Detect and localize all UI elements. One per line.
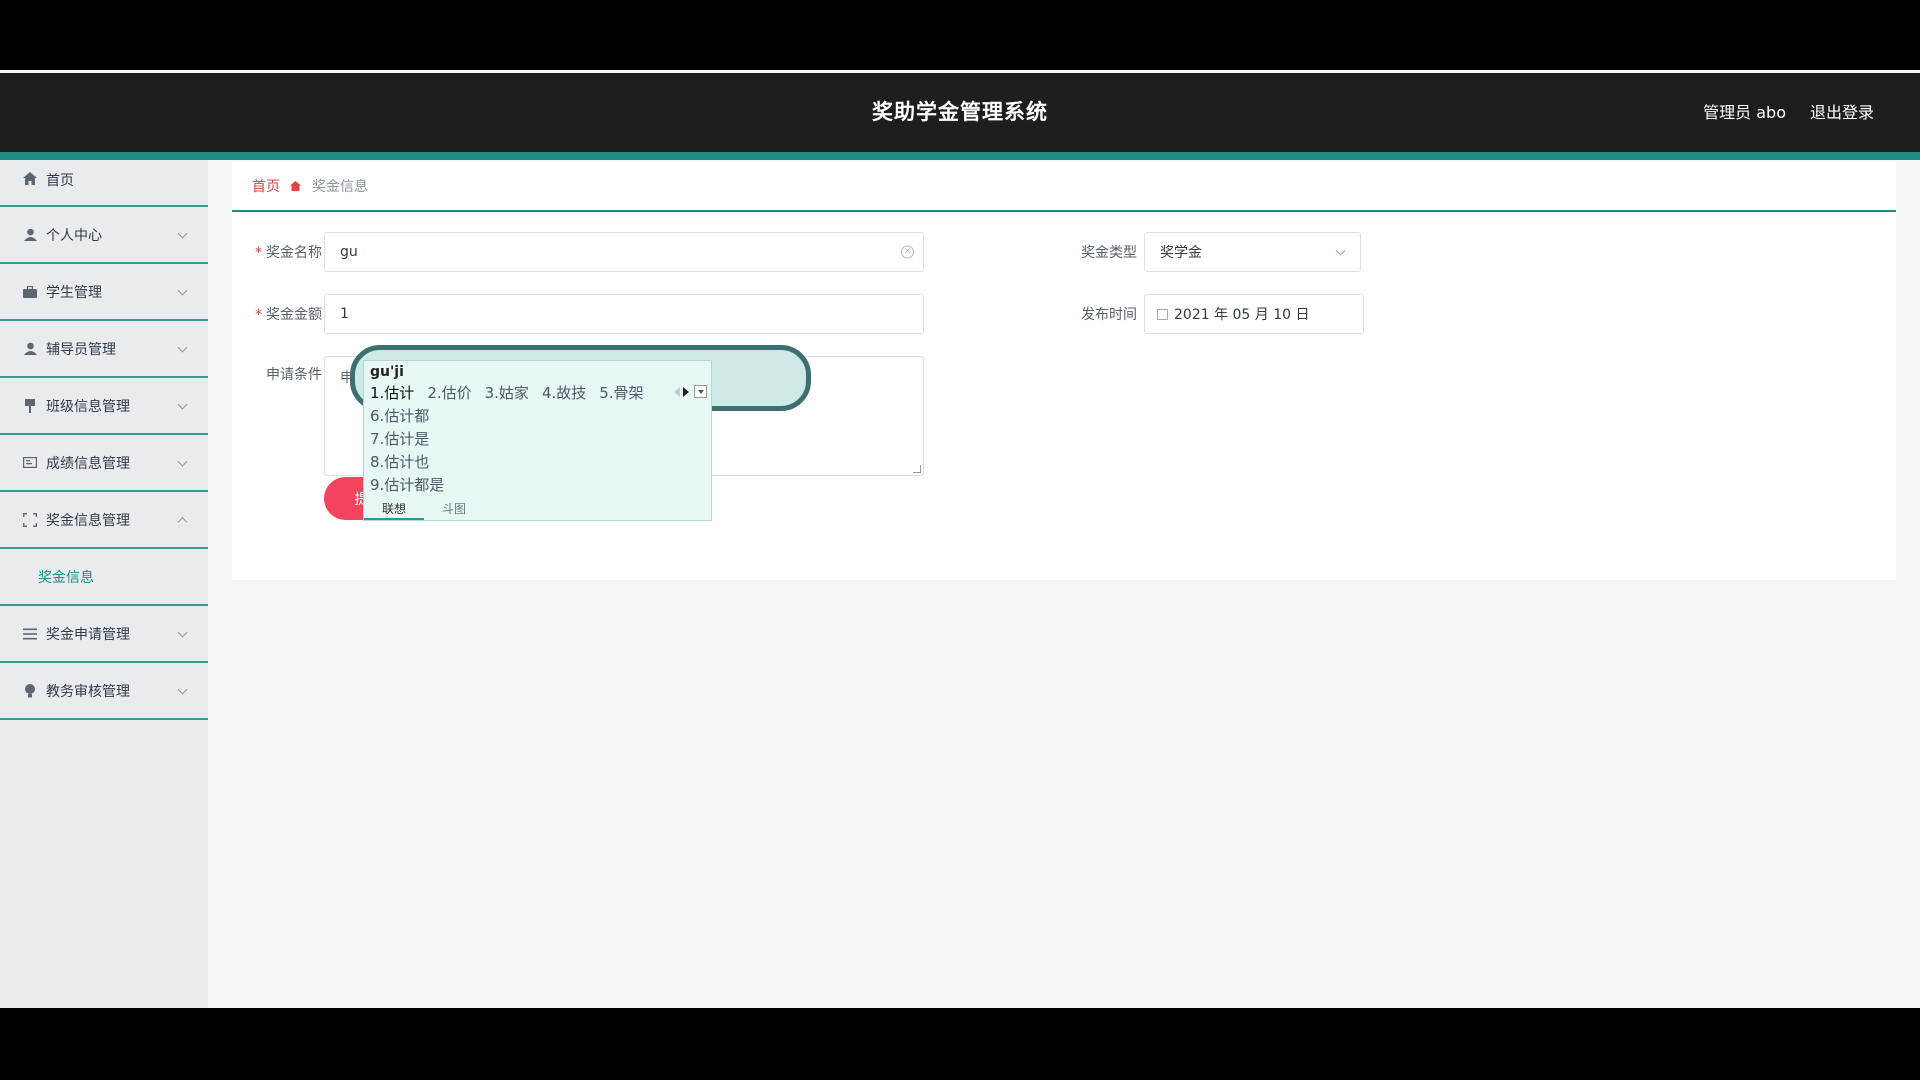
sidebar-item-home[interactable]: 首页 [0,160,208,207]
award-name-input[interactable]: gu × [324,232,924,272]
chevron-down-icon [177,456,188,467]
sidebar-subitem-award-info[interactable]: 奖金信息 [0,549,208,606]
ime-tab-assoc[interactable]: 联想 [364,500,424,520]
screen: 奖助学金管理系统 管理员 abo 退出登录 首页 个人中心 学生管理 辅导员管理… [0,0,1920,1080]
expand-icon [22,512,38,528]
sidebar-item-label: 学生管理 [46,284,102,301]
award-type-select[interactable]: 奖学金 [1144,232,1361,272]
breadcrumb: 首页 奖金信息 [232,162,1896,212]
app-title: 奖助学金管理系统 [872,100,1048,124]
award-amount-input[interactable]: 1 [324,294,924,334]
user-icon [22,227,38,243]
home-icon [290,180,302,192]
breadcrumb-home[interactable]: 首页 [252,176,280,196]
chevron-down-icon [177,684,188,695]
bulb-icon [22,683,38,699]
user-icon [22,341,38,357]
condition-label: 申请条件 [266,367,322,383]
sidebar-item-award-info-mgmt[interactable]: 奖金信息管理 [0,492,208,549]
ime-candidate-window: gu'ji 1.估计 2.估价 3.姑家 4.故技 5.骨架 6.估计都 7.估… [363,360,712,521]
ime-candidate[interactable]: 1.估计 [370,382,414,403]
logout-link[interactable]: 退出登录 [1810,73,1874,152]
chevron-down-icon [177,342,188,353]
ime-tabs: 联想 斗图 [364,500,711,520]
sidebar-item-label: 个人中心 [46,227,102,244]
publish-date-label: 发布时间 [1081,307,1137,323]
chevron-down-icon [177,399,188,410]
briefcase-icon [22,284,38,300]
home-icon [22,170,38,186]
sidebar-item-grades[interactable]: 成绩信息管理 [0,435,208,492]
ime-page-nav [674,385,707,398]
award-type-label: 奖金类型 [1081,245,1137,261]
sidebar-item-label: 成绩信息管理 [46,455,130,472]
sidebar-item-counselors[interactable]: 辅导员管理 [0,321,208,378]
list-icon [22,626,38,642]
sidebar: 首页 个人中心 学生管理 辅导员管理 班级信息管理 成绩信息管理 奖金信息管理 … [0,160,208,1008]
ime-tab-meme[interactable]: 斗图 [424,500,484,520]
award-name-label: * 奖金名称 [255,245,322,261]
sidebar-item-profile[interactable]: 个人中心 [0,207,208,264]
sidebar-item-label: 首页 [46,173,74,189]
breadcrumb-current: 奖金信息 [312,179,368,195]
chevron-down-icon [1335,245,1346,256]
award-amount-label: * 奖金金额 [255,307,322,323]
ime-candidate[interactable]: 8.估计也 [370,451,444,474]
chevron-down-icon [177,285,188,296]
ime-candidate[interactable]: 5.骨架 [599,382,643,403]
chevron-down-icon [177,627,188,638]
expand-candidates-icon[interactable] [694,385,707,398]
current-user: 管理员 abo [1703,103,1786,122]
ime-candidate[interactable]: 3.姑家 [485,382,529,403]
header-accent-bar [0,152,1920,160]
sidebar-item-label: 班级信息管理 [46,398,130,415]
resize-handle[interactable] [913,465,921,473]
publish-date-picker[interactable]: 2021 年 05 月 10 日 [1144,294,1364,334]
ime-candidate-list: 6.估计都 7.估计是 8.估计也 9.估计都是 [370,405,444,497]
sidebar-item-students[interactable]: 学生管理 [0,264,208,321]
sidebar-item-label: 奖金信息管理 [46,512,130,529]
ime-candidate[interactable]: 2.估价 [427,382,471,403]
chevron-up-icon [177,516,188,527]
sidebar-item-academic-review[interactable]: 教务审核管理 [0,663,208,720]
ime-candidate[interactable]: 6.估计都 [370,405,444,428]
ime-pinyin: gu'ji [370,364,404,380]
clear-icon[interactable]: × [901,245,914,259]
calendar-icon [1157,308,1168,320]
sidebar-item-label: 教务审核管理 [46,683,130,700]
sidebar-item-classes[interactable]: 班级信息管理 [0,378,208,435]
bottom-letterbox [0,1008,1920,1080]
sidebar-item-label: 辅导员管理 [46,341,116,358]
sidebar-item-label: 奖金申请管理 [46,626,130,643]
ime-candidate[interactable]: 9.估计都是 [370,474,444,497]
chevron-down-icon [177,228,188,239]
ime-candidate[interactable]: 4.故技 [542,382,586,403]
prev-page-icon[interactable] [674,386,680,397]
ime-candidate-row: 1.估计 2.估价 3.姑家 4.故技 5.骨架 [370,382,657,403]
card-icon [22,455,38,471]
sidebar-item-award-applications[interactable]: 奖金申请管理 [0,606,208,663]
header: 奖助学金管理系统 管理员 abo 退出登录 [0,73,1920,160]
app: 奖助学金管理系统 管理员 abo 退出登录 首页 个人中心 学生管理 辅导员管理… [0,70,1920,1008]
pin-icon [22,398,38,414]
next-page-icon[interactable] [683,386,689,397]
ime-candidate[interactable]: 7.估计是 [370,428,444,451]
